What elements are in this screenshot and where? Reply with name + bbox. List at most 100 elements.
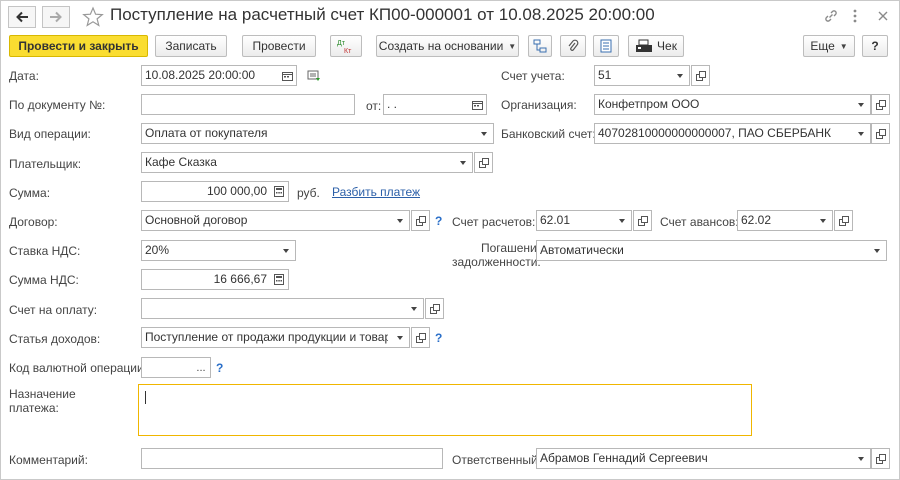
settlement-account-open-button[interactable] [633, 210, 652, 231]
settlement-account-dropdown-button[interactable] [613, 210, 632, 231]
payer-field[interactable]: Кафе Сказка [141, 152, 455, 173]
vat-rate-field[interactable]: 20% [141, 240, 278, 261]
open-form-icon [415, 215, 426, 226]
comment-label: Комментарий: [9, 453, 88, 467]
settlement-account-field[interactable]: 62.01 [536, 210, 614, 231]
vat-sum-calculator-button[interactable] [270, 269, 289, 290]
open-form-icon [875, 128, 886, 139]
currency-label: руб. [297, 186, 320, 200]
from-date-calendar-button[interactable] [468, 94, 487, 115]
account-field[interactable]: 51 [594, 65, 672, 86]
sum-label: Сумма: [9, 186, 51, 200]
contract-help-icon[interactable]: ? [435, 214, 442, 228]
post-button[interactable]: Провести [242, 35, 316, 57]
attach-button[interactable] [560, 35, 586, 57]
doc-number-field[interactable] [141, 94, 355, 115]
calendar-icon [281, 71, 293, 81]
post-and-close-button[interactable]: Провести и закрыть [9, 35, 148, 57]
svg-text:Кт: Кт [344, 48, 352, 54]
income-item-dropdown-button[interactable] [391, 327, 410, 348]
payer-dropdown-button[interactable] [454, 152, 473, 173]
document-settings-icon[interactable] [307, 70, 321, 85]
operation-dropdown-button[interactable] [475, 123, 494, 144]
invoice-open-button[interactable] [425, 298, 444, 319]
contract-open-button[interactable] [411, 210, 430, 231]
operation-field[interactable]: Оплата от покупателя [141, 123, 476, 144]
organization-open-button[interactable] [871, 94, 890, 115]
debt-repayment-field[interactable]: Автоматически [536, 240, 869, 261]
responsible-label: Ответственный: [452, 453, 542, 467]
currency-operation-field[interactable] [141, 357, 193, 378]
doc-number-label: По документу №: [9, 98, 106, 112]
from-date-field[interactable]: . . [383, 94, 469, 115]
receipt-button[interactable]: Чек [628, 35, 684, 57]
structure-icon [533, 39, 547, 53]
favorite-star-icon[interactable] [82, 6, 104, 31]
vat-rate-dropdown-button[interactable] [277, 240, 296, 261]
create-based-on-button[interactable]: Создать на основании ▼ [376, 35, 519, 57]
currency-operation-help-icon[interactable]: ? [216, 361, 223, 375]
income-item-help-icon[interactable]: ? [435, 331, 442, 345]
bank-account-dropdown-button[interactable] [852, 123, 871, 144]
advance-account-dropdown-button[interactable] [814, 210, 833, 231]
responsible-dropdown-button[interactable] [852, 448, 871, 469]
advance-account-field[interactable]: 62.02 [737, 210, 815, 231]
structure-button[interactable] [528, 35, 552, 57]
advance-account-open-button[interactable] [834, 210, 853, 231]
debt-repayment-dropdown-button[interactable] [868, 240, 887, 261]
contract-label: Договор: [9, 215, 58, 229]
print-button[interactable] [593, 35, 619, 57]
close-icon[interactable] [876, 8, 890, 27]
organization-field[interactable]: Конфетпром ООО [594, 94, 853, 115]
currency-operation-select-button[interactable]: ... [192, 357, 211, 378]
vat-sum-label: Сумма НДС: [9, 273, 79, 287]
income-item-open-button[interactable] [411, 327, 430, 348]
purpose-label-line2: платежа: [9, 401, 59, 415]
account-dropdown-button[interactable] [671, 65, 690, 86]
payer-open-button[interactable] [474, 152, 493, 173]
currency-operation-label: Код валютной операции: [9, 361, 148, 375]
date-calendar-button[interactable] [278, 65, 297, 86]
vat-sum-field[interactable]: 16 666,67 [141, 269, 271, 290]
invoice-field[interactable] [141, 298, 406, 319]
purpose-label-line1: Назначение [9, 387, 76, 401]
account-open-button[interactable] [691, 65, 710, 86]
date-field[interactable]: 10.08.2025 20:00:00 [141, 65, 279, 86]
dt-kt-icon: Дт Кт [337, 40, 352, 54]
forward-button[interactable] [42, 6, 70, 28]
arrow-left-icon [16, 11, 28, 23]
dt-kt-button[interactable]: Дт Кт [330, 35, 362, 57]
split-payment-link[interactable]: Разбить платеж [332, 185, 420, 199]
organization-label: Организация: [501, 98, 577, 112]
contract-field[interactable]: Основной договор [141, 210, 392, 231]
income-item-label: Статья доходов: [9, 332, 101, 346]
contract-dropdown-button[interactable] [391, 210, 410, 231]
income-item-field[interactable]: Поступление от продажи продукции и товар… [141, 327, 392, 348]
open-form-icon [415, 332, 426, 343]
page-title: Поступление на расчетный счет КП00-00000… [110, 5, 655, 24]
date-label: Дата: [9, 69, 39, 83]
svg-text:Дт: Дт [337, 40, 346, 47]
organization-dropdown-button[interactable] [852, 94, 871, 115]
sum-calculator-button[interactable] [270, 181, 289, 202]
invoice-label: Счет на оплату: [9, 303, 98, 317]
more-vertical-icon[interactable] [852, 8, 858, 27]
calendar-icon [471, 100, 483, 110]
responsible-field[interactable]: Абрамов Геннадий Сергеевич [536, 448, 853, 469]
settlement-account-label: Счет расчетов: [452, 215, 536, 229]
responsible-open-button[interactable] [871, 448, 890, 469]
comment-field[interactable] [141, 448, 443, 469]
more-button[interactable]: Еще ▼ [803, 35, 855, 57]
account-label: Счет учета: [501, 69, 565, 83]
sum-field[interactable]: 100 000,00 [141, 181, 271, 202]
document-list-icon [600, 39, 612, 53]
link-icon[interactable] [823, 8, 839, 27]
save-button[interactable]: Записать [155, 35, 227, 57]
bank-account-field[interactable]: 40702810000000000007, ПАО СБЕРБАНК [594, 123, 853, 144]
payment-purpose-textarea[interactable] [138, 384, 752, 436]
help-button[interactable]: ? [862, 35, 888, 57]
invoice-dropdown-button[interactable] [405, 298, 424, 319]
open-form-icon [838, 215, 849, 226]
back-button[interactable] [8, 6, 36, 28]
bank-account-open-button[interactable] [871, 123, 890, 144]
